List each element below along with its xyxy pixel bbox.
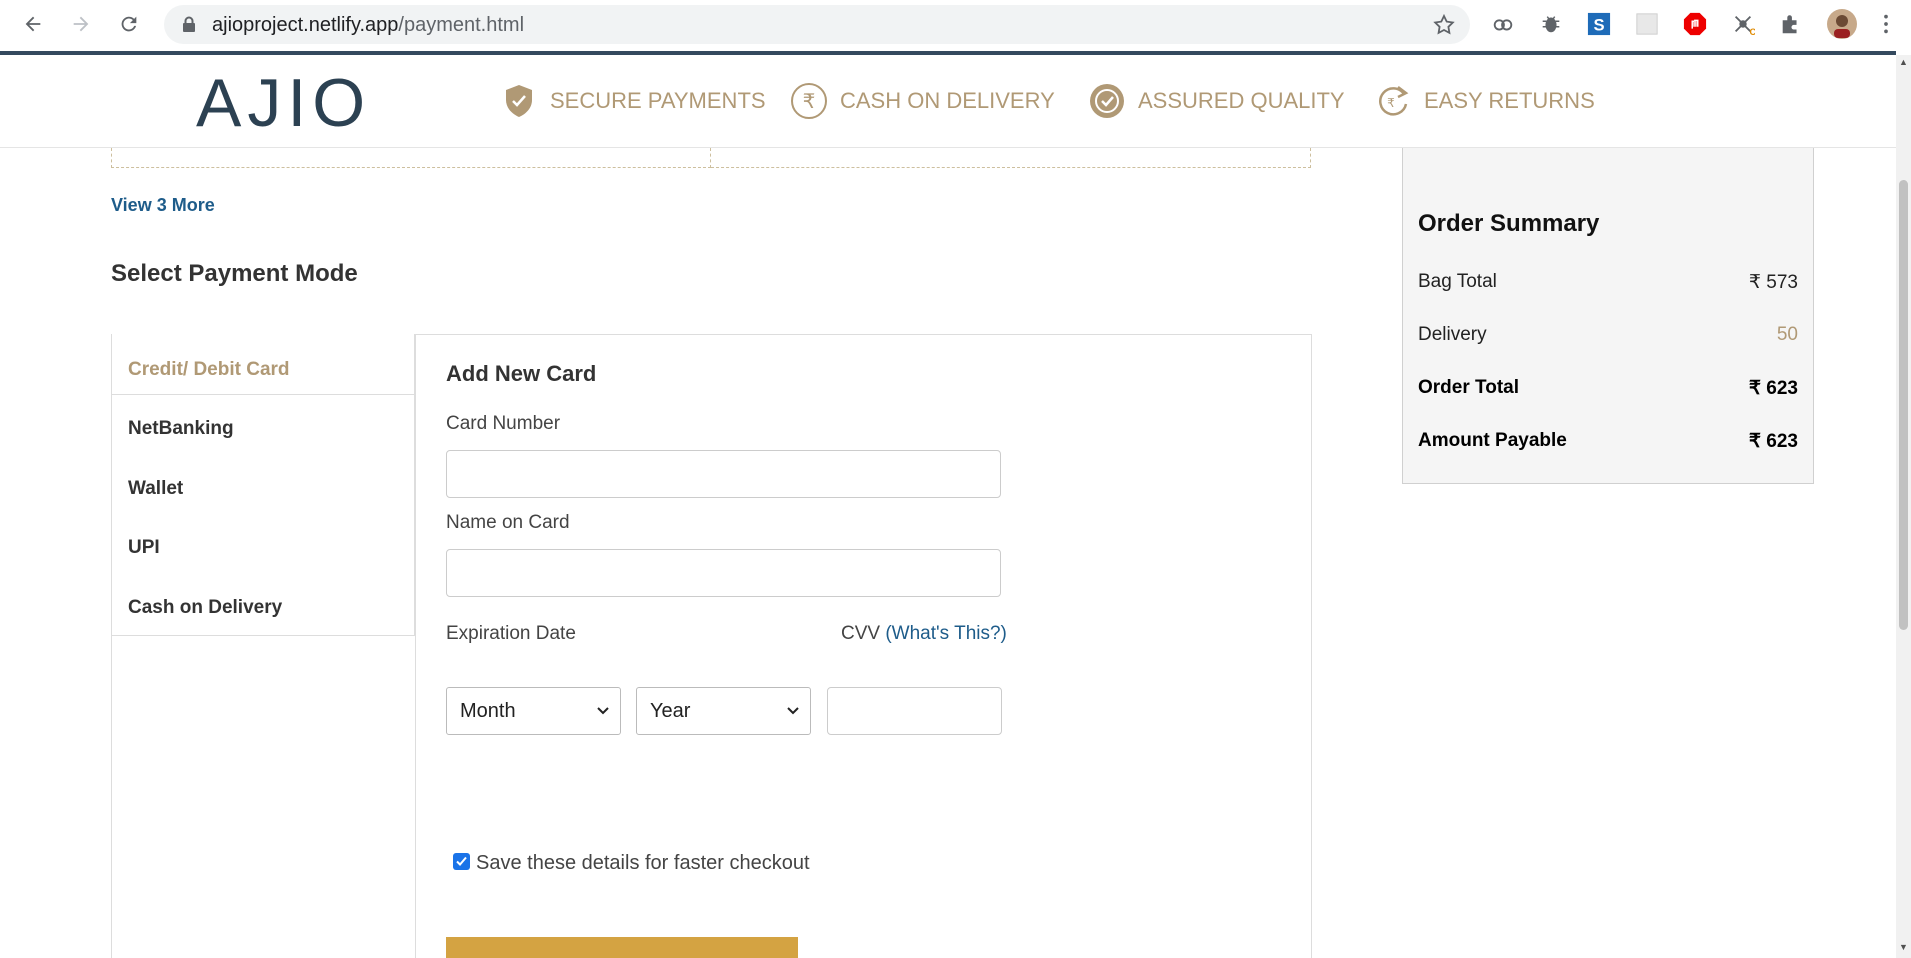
url-path: /payment.html: [398, 14, 525, 36]
browser-toolbar: ajioproject.netlify.app/payment.html S C: [0, 0, 1911, 55]
url-text: ajioproject.netlify.app/payment.html: [212, 14, 524, 37]
ajio-logo[interactable]: AJIO: [196, 65, 371, 141]
page-viewport: AJIO SECURE PAYMENTS ₹ CASH ON DELIVERY …: [0, 55, 1896, 958]
pay-securely-button[interactable]: PAY SECURELY: [446, 937, 798, 958]
browser-menu-icon[interactable]: [1873, 11, 1899, 37]
svg-text:₹: ₹: [1387, 96, 1395, 110]
extension-bug-icon[interactable]: [1538, 11, 1564, 37]
summary-label: Bag Total: [1418, 271, 1497, 292]
svg-text:C: C: [1749, 27, 1755, 36]
summary-label: Order Total: [1418, 377, 1519, 398]
lock-icon: [183, 16, 195, 32]
summary-value: ₹ 623: [1748, 378, 1798, 399]
svg-text:₹: ₹: [803, 89, 816, 113]
usp-label: EASY RETURNS: [1424, 88, 1595, 113]
summary-row-order-total: Order Total ₹ 623: [1418, 377, 1798, 399]
reload-button[interactable]: [113, 8, 145, 40]
rupee-circle-icon: ₹: [791, 83, 827, 119]
divider: [112, 394, 414, 395]
usp-assured-quality: ASSURED QUALITY: [1088, 79, 1345, 123]
address-bar[interactable]: ajioproject.netlify.app/payment.html: [164, 5, 1470, 44]
card-number-label: Card Number: [446, 413, 561, 434]
site-header: AJIO SECURE PAYMENTS ₹ CASH ON DELIVERY …: [0, 55, 1896, 148]
summary-value: 50: [1776, 324, 1798, 345]
name-on-card-input[interactable]: [446, 549, 1001, 597]
arrow-right-icon: [73, 16, 89, 32]
arrow-left-icon: [25, 16, 41, 32]
svg-text:S: S: [1593, 15, 1604, 34]
month-selected-value: Month: [460, 700, 516, 722]
extension-grid-icon[interactable]: [1634, 11, 1660, 37]
forward-button[interactable]: [65, 8, 97, 40]
select-payment-mode-heading: Select Payment Mode: [111, 260, 358, 287]
page-scrollbar[interactable]: ▲ ▼: [1896, 55, 1911, 958]
chevron-down-icon: [597, 707, 609, 715]
extension-adblock-icon[interactable]: [1682, 11, 1708, 37]
panel-divider: [415, 334, 416, 958]
cvv-help-link[interactable]: (What's This?): [885, 623, 1007, 644]
puzzle-icon[interactable]: [1778, 11, 1804, 37]
order-summary-panel: Order Summary Bag Total ₹ 573 Delivery 5…: [1402, 148, 1814, 484]
summary-value: ₹ 573: [1748, 272, 1798, 293]
payment-mode-list: Credit/ Debit Card NetBanking Wallet UPI…: [111, 334, 415, 636]
summary-label: Delivery: [1418, 324, 1487, 345]
usp-label: ASSURED QUALITY: [1138, 88, 1345, 113]
checkmark-icon: [456, 856, 467, 866]
quality-badge-icon: [1090, 84, 1124, 118]
bookmark-star-icon[interactable]: [1432, 13, 1456, 37]
address-card[interactable]: [711, 148, 1311, 168]
address-card[interactable]: [111, 148, 711, 168]
cvv-input[interactable]: [827, 687, 1002, 735]
name-on-card-label: Name on Card: [446, 512, 570, 533]
extension-bug-c-icon[interactable]: C: [1730, 11, 1756, 37]
usp-label: CASH ON DELIVERY: [840, 88, 1055, 113]
summary-value: ₹ 623: [1748, 431, 1798, 452]
expiry-month-select[interactable]: Month: [446, 687, 621, 735]
summary-label: Amount Payable: [1418, 430, 1567, 451]
view-more-addresses-link[interactable]: View 3 More: [111, 195, 215, 216]
payment-mode-netbanking[interactable]: NetBanking: [128, 418, 234, 440]
cvv-label-row: CVV (What's This?): [841, 623, 1007, 645]
summary-row-delivery: Delivery 50: [1418, 324, 1798, 346]
profile-avatar[interactable]: [1826, 8, 1858, 40]
save-details-label[interactable]: Save these details for faster checkout: [476, 852, 810, 875]
shield-check-icon: [506, 85, 532, 117]
usp-easy-returns: ₹ EASY RETURNS: [1374, 79, 1595, 123]
save-details-checkbox[interactable]: [453, 853, 470, 870]
order-summary-title: Order Summary: [1418, 210, 1600, 237]
back-button[interactable]: [17, 8, 49, 40]
usp-cash-on-delivery: ₹ CASH ON DELIVERY: [790, 79, 1055, 123]
payment-mode-wallet[interactable]: Wallet: [128, 478, 183, 500]
extension-cloud-icon[interactable]: [1490, 11, 1516, 37]
scroll-up-arrow-icon[interactable]: ▲: [1899, 58, 1908, 67]
expiration-date-label: Expiration Date: [446, 623, 576, 644]
cvv-label: CVV: [841, 623, 881, 644]
url-host: ajioproject.netlify.app: [212, 14, 399, 36]
extension-s-icon[interactable]: S: [1586, 11, 1612, 37]
card-number-input[interactable]: [446, 450, 1001, 498]
payment-mode-cod[interactable]: Cash on Delivery: [128, 597, 282, 619]
payment-mode-upi[interactable]: UPI: [128, 537, 160, 559]
reload-icon: [121, 16, 137, 32]
expiry-year-select[interactable]: Year: [636, 687, 811, 735]
chevron-down-icon: [787, 707, 799, 715]
scroll-down-arrow-icon[interactable]: ▼: [1899, 943, 1908, 952]
usp-secure-payments: SECURE PAYMENTS: [500, 79, 766, 123]
scrollbar-thumb[interactable]: [1899, 180, 1908, 630]
return-arrow-icon: ₹: [1379, 86, 1409, 116]
year-selected-value: Year: [650, 700, 691, 722]
summary-row-amount-payable: Amount Payable ₹ 623: [1418, 430, 1798, 452]
usp-label: SECURE PAYMENTS: [550, 88, 766, 113]
summary-row-bag-total: Bag Total ₹ 573: [1418, 271, 1798, 293]
payment-mode-card[interactable]: Credit/ Debit Card: [128, 359, 290, 381]
add-new-card-heading: Add New Card: [446, 361, 597, 386]
